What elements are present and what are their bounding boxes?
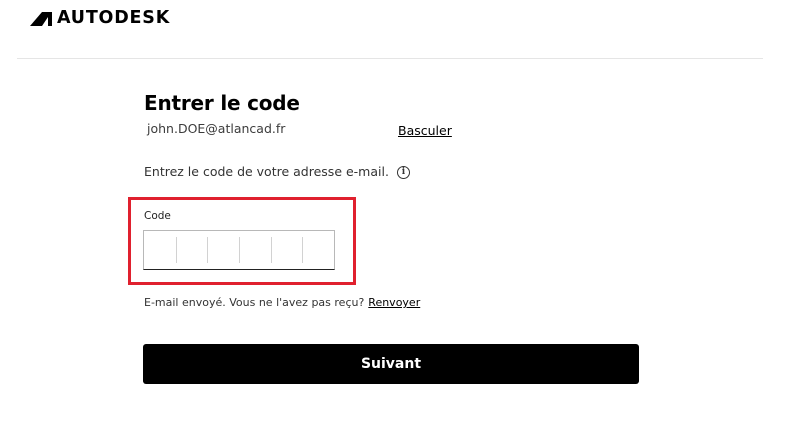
next-button[interactable]: Suivant (143, 344, 639, 384)
page-title: Entrer le code (144, 91, 300, 115)
resend-link[interactable]: Renvoyer (368, 296, 420, 310)
resend-note: E-mail envoyé. Vous ne l'avez pas reçu? … (144, 296, 420, 310)
resend-text: E-mail envoyé. Vous ne l'avez pas reçu? (144, 296, 365, 309)
code-digit-4[interactable] (239, 231, 271, 269)
instruction: Entrez le code de votre adresse e-mail. … (144, 164, 410, 180)
code-digit-5[interactable] (270, 231, 303, 269)
instruction-text: Entrez le code de votre adresse e-mail. (144, 164, 389, 179)
code-digit-2[interactable] (175, 231, 208, 269)
switch-account-link[interactable]: Basculer (398, 123, 452, 139)
code-input[interactable] (143, 230, 335, 270)
brand-name: AUTODESK (57, 8, 171, 28)
header-divider (17, 58, 763, 59)
autodesk-logo[interactable]: AUTODESK (30, 9, 170, 27)
code-digit-1[interactable] (144, 231, 176, 269)
code-digit-3[interactable] (207, 231, 239, 269)
autodesk-logo-icon (30, 12, 52, 26)
account-email: john.DOE@atlancad.fr (147, 121, 286, 136)
info-icon[interactable]: i (396, 165, 410, 179)
code-label: Code (144, 210, 171, 222)
code-digit-6[interactable] (302, 231, 334, 269)
